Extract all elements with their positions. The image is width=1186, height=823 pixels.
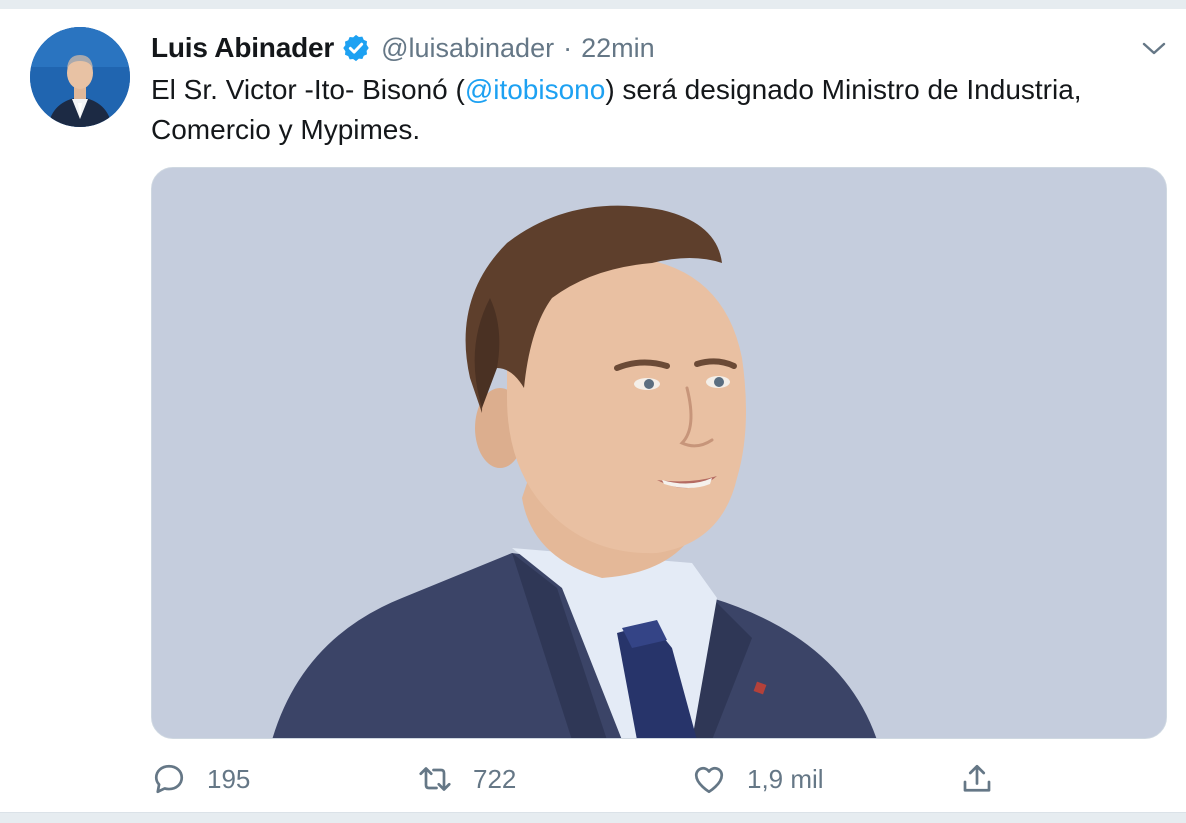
verified-badge-icon: [343, 34, 369, 62]
like-count: 1,9 mil: [747, 763, 824, 794]
timeline-divider-bottom: [0, 812, 1186, 823]
photo-illustration: [152, 168, 1166, 738]
tweet-text: El Sr. Victor -Ito- Bisonó (@itobisono) …: [151, 70, 1141, 150]
tweet-actions-bar: 195 722 1,9 mil: [151, 756, 1167, 802]
reply-icon: [154, 764, 184, 794]
author-handle[interactable]: @luisabinader: [381, 33, 554, 64]
retweet-icon: [419, 767, 451, 791]
share-button[interactable]: [959, 756, 995, 802]
reply-button[interactable]: 195: [151, 756, 250, 802]
avatar-photo: [30, 27, 130, 127]
like-button[interactable]: 1,9 mil: [691, 756, 824, 802]
reply-count: 195: [207, 763, 251, 794]
mention-link[interactable]: @itobisono: [465, 74, 606, 105]
tweet-media-photo[interactable]: [151, 167, 1167, 739]
timeline-divider-top: [0, 0, 1186, 9]
author-display-name[interactable]: Luis Abinader: [151, 32, 334, 64]
tweet-header: Luis Abinader @luisabinader · 22min: [151, 28, 655, 68]
author-avatar[interactable]: [30, 27, 130, 127]
tweet-text-part: El Sr. Victor -Ito- Bisonó (: [151, 74, 465, 105]
tweet-timestamp[interactable]: 22min: [581, 33, 655, 64]
chevron-down-icon[interactable]: [1140, 36, 1168, 60]
share-icon: [963, 764, 991, 792]
header-separator: ·: [563, 32, 573, 63]
heart-icon: [694, 766, 724, 794]
retweet-count: 722: [473, 763, 517, 794]
retweet-button[interactable]: 722: [417, 756, 516, 802]
